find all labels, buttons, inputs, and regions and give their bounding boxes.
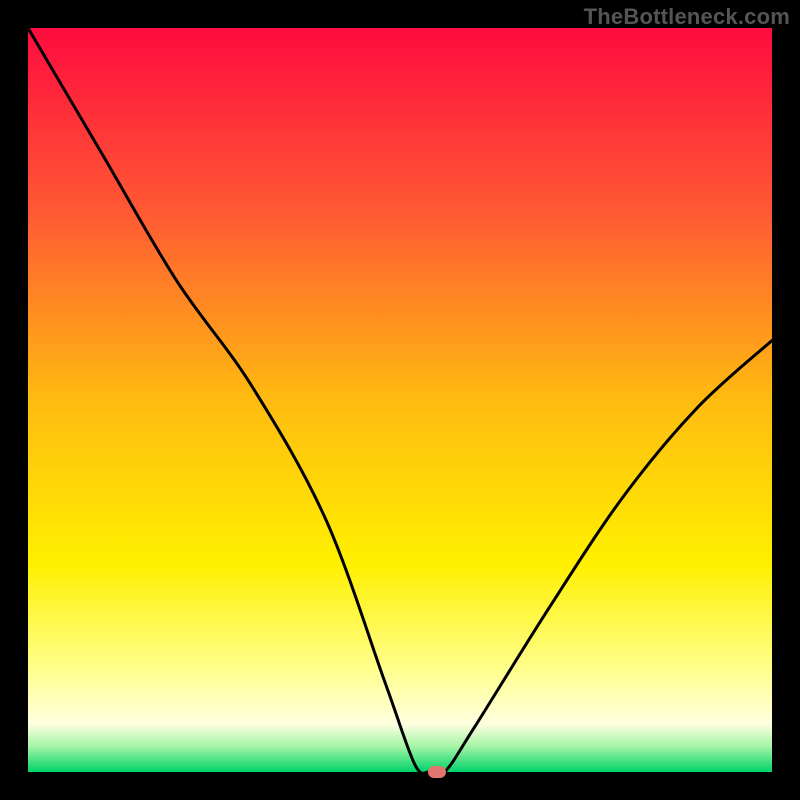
- chart-svg: [28, 28, 772, 772]
- chart-background: [28, 28, 772, 772]
- watermark-text: TheBottleneck.com: [584, 4, 790, 30]
- bottleneck-chart: [28, 28, 772, 772]
- chart-frame: TheBottleneck.com: [0, 0, 800, 800]
